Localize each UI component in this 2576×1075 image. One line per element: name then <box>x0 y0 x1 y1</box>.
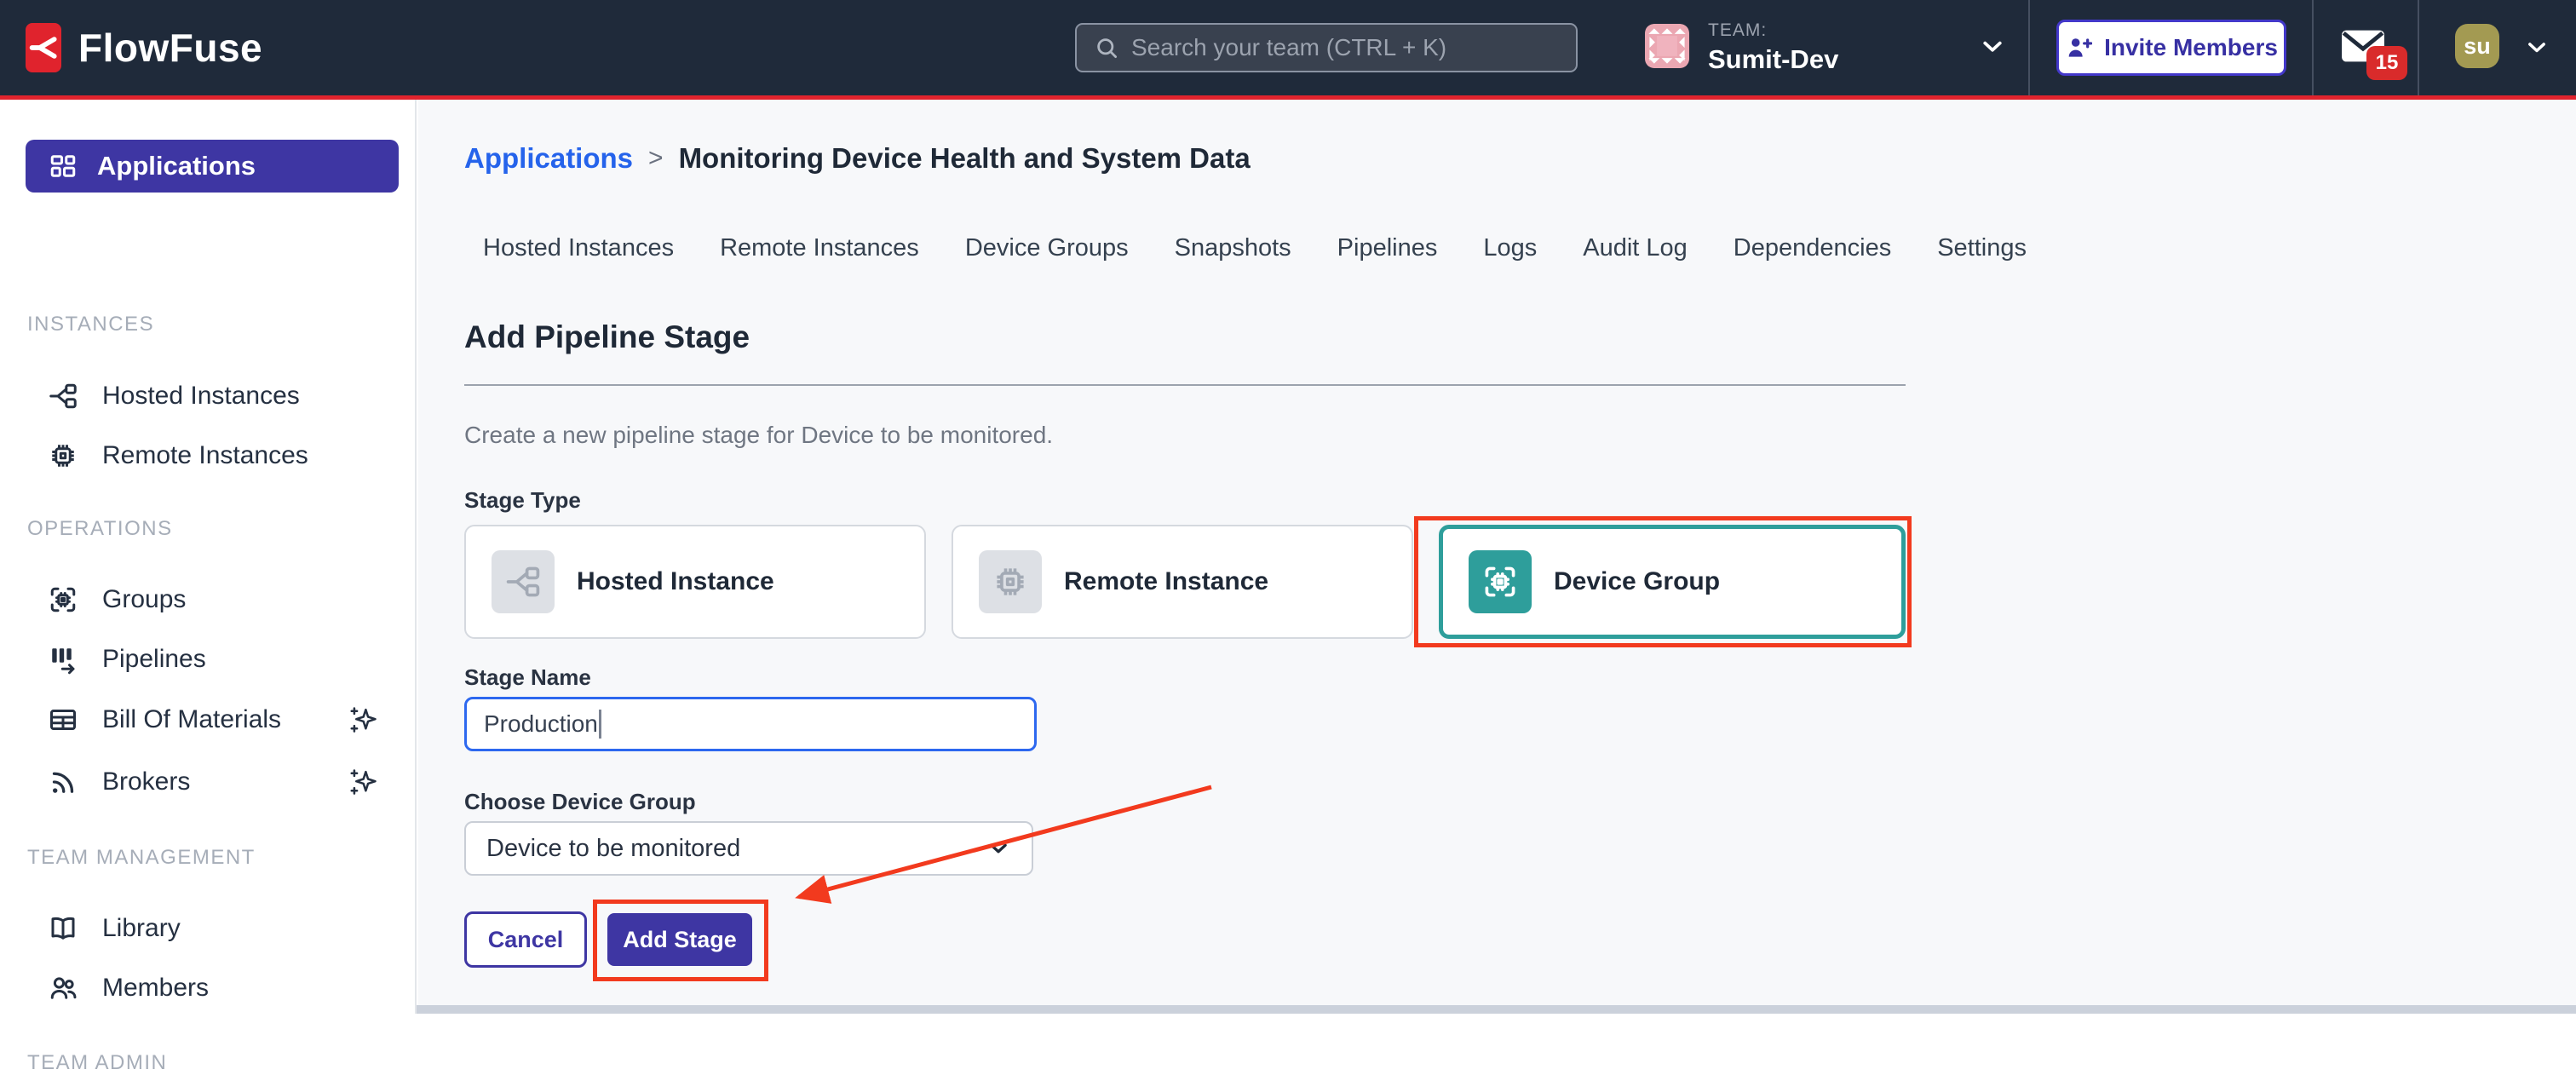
team-chevron-down-icon[interactable] <box>1978 34 2007 60</box>
team-search-input[interactable]: Search your team (CTRL + K) <box>1075 23 1578 72</box>
stage-type-remote-instance[interactable]: Remote Instance <box>952 525 1413 639</box>
tab-hosted-instances[interactable]: Hosted Instances <box>481 229 676 267</box>
sidebar-item-label: Groups <box>102 585 186 614</box>
tab-settings[interactable]: Settings <box>1935 229 2028 267</box>
sidebar-section-operations: OPERATIONS <box>27 517 173 541</box>
main-content: Applications > Monitoring Device Health … <box>418 100 2576 1014</box>
sidebar-item-label: Brokers <box>102 767 190 796</box>
page-title: Monitoring Device Health and System Data <box>679 142 1251 175</box>
user-plus-icon <box>2065 34 2092 61</box>
application-tabs: Hosted Instances Remote Instances Device… <box>481 229 2028 267</box>
form-description: Create a new pipeline stage for Device t… <box>464 422 1053 449</box>
hosted-instances-icon <box>48 381 78 411</box>
sidebar-item-label: Applications <box>97 151 256 181</box>
horizontal-scrollbar-track[interactable] <box>417 1005 2576 1014</box>
card-label: Hosted Instance <box>577 567 774 596</box>
navbar-divider <box>2028 0 2030 95</box>
tab-snapshots[interactable]: Snapshots <box>1173 229 1293 267</box>
bill-of-materials-table-icon <box>48 704 78 735</box>
remote-instances-chip-icon <box>48 440 78 471</box>
sidebar-item-remote-instances[interactable]: Remote Instances <box>0 429 417 482</box>
library-book-icon <box>48 913 78 944</box>
sidebar-item-label: Members <box>102 974 209 1003</box>
team-selector[interactable]: TEAM: Sumit-Dev <box>1645 0 1838 95</box>
flowfuse-logo[interactable]: FlowFuse <box>26 0 262 95</box>
notifications-button[interactable]: 15 <box>2341 26 2409 78</box>
sidebar-section-instances: INSTANCES <box>27 313 154 336</box>
sidebar-item-applications[interactable]: Applications <box>26 140 399 193</box>
heading-divider <box>464 384 1906 386</box>
sidebar-item-label: Pipelines <box>102 645 206 674</box>
notification-count-badge: 15 <box>2366 46 2407 80</box>
tab-device-groups[interactable]: Device Groups <box>963 229 1130 267</box>
stage-name-input[interactable] <box>464 697 1037 751</box>
stage-type-hosted-instance[interactable]: Hosted Instance <box>464 525 926 639</box>
sidebar-section-team-admin: TEAM ADMIN <box>27 1051 167 1075</box>
device-group-select[interactable]: Device to be monitored <box>464 821 1033 876</box>
hosted-instance-icon <box>492 550 555 613</box>
device-group-label: Choose Device Group <box>464 789 696 815</box>
team-label: TEAM: <box>1708 20 1838 41</box>
text-cursor <box>599 710 601 739</box>
breadcrumb-separator: > <box>648 144 664 173</box>
remote-instance-icon <box>979 550 1042 613</box>
card-label: Device Group <box>1554 567 1720 596</box>
tab-remote-instances[interactable]: Remote Instances <box>718 229 921 267</box>
navbar-divider <box>2312 0 2314 95</box>
form-actions: Cancel Add Stage <box>464 911 752 968</box>
team-name: Sumit-Dev <box>1708 44 1838 75</box>
add-stage-button[interactable]: Add Stage <box>607 913 752 966</box>
device-group-icon <box>1469 550 1532 613</box>
brokers-rss-icon <box>48 767 78 797</box>
sidebar: Applications INSTANCES Hosted Instances … <box>0 100 417 1014</box>
sidebar-item-members[interactable]: Members <box>0 962 417 1015</box>
navbar-divider <box>2418 0 2419 95</box>
stage-type-options: Hosted Instance Remote Instance <box>464 525 1906 639</box>
sidebar-item-label: Hosted Instances <box>102 382 300 411</box>
form-heading: Add Pipeline Stage <box>464 319 750 355</box>
tab-audit-log[interactable]: Audit Log <box>1581 229 1689 267</box>
stage-name-field <box>464 697 1037 751</box>
tab-logs[interactable]: Logs <box>1481 229 1538 267</box>
sidebar-item-library[interactable]: Library <box>0 902 417 955</box>
breadcrumb: Applications > Monitoring Device Health … <box>464 142 1251 175</box>
stage-type-device-group[interactable]: Device Group <box>1439 525 1906 639</box>
breadcrumb-applications-link[interactable]: Applications <box>464 142 633 175</box>
device-group-selected-value: Device to be monitored <box>486 835 740 863</box>
sidebar-item-groups[interactable]: Groups <box>0 573 417 626</box>
invite-members-button[interactable]: Invite Members <box>2056 20 2286 76</box>
sidebar-item-pipelines[interactable]: Pipelines <box>0 633 417 686</box>
invite-members-label: Invite Members <box>2104 34 2278 61</box>
tab-pipelines[interactable]: Pipelines <box>1336 229 1440 267</box>
pipelines-icon <box>48 644 78 675</box>
card-label: Remote Instance <box>1064 567 1268 596</box>
sidebar-section-team-management: TEAM MANAGEMENT <box>27 846 256 870</box>
sidebar-item-hosted-instances[interactable]: Hosted Instances <box>0 370 417 423</box>
device-groups-icon <box>48 584 78 615</box>
sidebar-item-label: Bill Of Materials <box>102 705 281 734</box>
search-icon <box>1094 35 1119 60</box>
logo-text: FlowFuse <box>78 25 262 71</box>
user-menu-chevron-down-icon[interactable] <box>2523 36 2550 60</box>
sidebar-item-bill-of-materials[interactable]: Bill Of Materials <box>0 693 417 746</box>
sparkles-icon <box>348 766 380 798</box>
search-placeholder: Search your team (CTRL + K) <box>1131 34 1446 61</box>
members-users-icon <box>48 973 78 1003</box>
team-avatar <box>1645 24 1689 72</box>
flowfuse-app: FlowFuse Search your team (CTRL + K) <box>0 0 2576 1014</box>
top-navbar: FlowFuse Search your team (CTRL + K) <box>0 0 2576 100</box>
sidebar-item-label: Remote Instances <box>102 441 308 470</box>
stage-name-label: Stage Name <box>464 664 591 691</box>
applications-grid-icon <box>48 151 78 181</box>
sidebar-item-brokers[interactable]: Brokers <box>0 756 417 808</box>
sparkles-icon <box>348 704 380 736</box>
chevron-down-icon <box>986 836 1011 861</box>
sidebar-item-label: Library <box>102 914 181 943</box>
cancel-button[interactable]: Cancel <box>464 911 587 968</box>
flowfuse-logo-icon <box>26 23 61 72</box>
user-avatar[interactable]: su <box>2455 24 2499 68</box>
stage-type-label: Stage Type <box>464 487 581 514</box>
tab-dependencies[interactable]: Dependencies <box>1732 229 1893 267</box>
